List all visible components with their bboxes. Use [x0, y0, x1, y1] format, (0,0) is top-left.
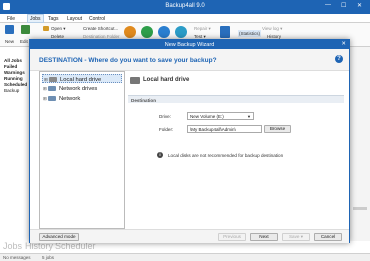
expand-icon[interactable]: ⊞	[43, 86, 47, 92]
drive-label: Drive:	[159, 114, 171, 119]
network-icon	[48, 96, 56, 101]
panel-title: Local hard drive	[143, 77, 190, 83]
test-icon[interactable]	[158, 26, 170, 38]
statistics-button[interactable]: (Statistics)	[238, 30, 262, 37]
wizard-step-header: DESTINATION - Where do you want to save …	[30, 49, 349, 71]
info-message: Local disks are not recommended for back…	[168, 153, 284, 158]
next-button[interactable]: Next	[250, 233, 278, 241]
chevron-down-icon[interactable]: ▼	[247, 114, 251, 119]
create-shortcut-button[interactable]: Create Shortcut...	[83, 26, 118, 31]
edit-button-label[interactable]: Edit	[20, 39, 28, 44]
view-log-button[interactable]: View log ▾	[262, 26, 282, 32]
hard-drive-icon	[130, 77, 140, 84]
app-titlebar: Backup4all 9.0 — ☐ ✕	[0, 0, 370, 14]
right-panel	[350, 47, 370, 241]
help-icon[interactable]: ?	[335, 55, 343, 63]
zoom-slider[interactable]	[353, 207, 367, 210]
close-app-button[interactable]: ✕	[357, 2, 362, 9]
backup-icon[interactable]	[124, 26, 136, 38]
menu-file[interactable]: File	[7, 16, 15, 22]
menu-control[interactable]: Control	[89, 16, 105, 22]
section-header: Destination	[128, 95, 344, 103]
destination-type-tree: ⊞ Local hard drive ⊞ Network drives ⊞ Ne…	[39, 71, 125, 229]
dialog-titlebar: New Backup Wizard ✕	[30, 40, 349, 49]
job-filter-pane: All Jobs Failed Warnings Running Schedul…	[0, 47, 30, 241]
repair-button[interactable]: Repair ▾	[194, 26, 211, 32]
step-question: DESTINATION - Where do you want to save …	[39, 57, 217, 64]
network-drive-icon	[48, 86, 56, 91]
destination-settings-panel: Local hard drive Destination Drive: New …	[128, 71, 346, 229]
tree-item-label: Network drives	[59, 85, 98, 92]
tree-item-local-hard-drive[interactable]: ⊞ Local hard drive	[42, 74, 122, 83]
expand-icon[interactable]: ⊞	[44, 77, 48, 83]
properties-icon[interactable]	[220, 26, 230, 38]
advanced-mode-button[interactable]: Advanced mode	[39, 233, 79, 241]
browse-button[interactable]: Browse	[264, 125, 291, 133]
tree-item-network[interactable]: ⊞ Network	[42, 94, 122, 103]
drive-select-value: New Volume (E:)	[190, 114, 224, 120]
status-messages: No messages	[3, 255, 31, 260]
menu-tags[interactable]: Tags	[48, 16, 59, 22]
drive-select[interactable]: New Volume (E:) ▼	[187, 112, 254, 120]
menu-bar: File Jobs Tags Layout Control	[0, 14, 370, 23]
section-label: Destination	[131, 97, 157, 103]
open-icon[interactable]	[43, 26, 49, 31]
info-icon: i	[157, 152, 163, 158]
dialog-title: New Backup Wizard	[164, 41, 215, 48]
dialog-close-button[interactable]: ✕	[341, 41, 346, 47]
hard-drive-icon	[49, 77, 57, 82]
menu-jobs[interactable]: Jobs	[27, 14, 44, 23]
tree-item-label: Local hard drive	[60, 76, 102, 83]
app-title: Backup4all 9.0	[165, 3, 205, 9]
expand-icon[interactable]: ⊞	[43, 96, 47, 102]
cleanup-icon[interactable]	[175, 26, 187, 38]
folder-label: Folder:	[159, 127, 174, 132]
open-button[interactable]: Open ▾	[51, 26, 66, 32]
tree-item-network-drives[interactable]: ⊞ Network drives	[42, 84, 122, 93]
save-button[interactable]: Save ▾	[282, 233, 310, 241]
status-bar: No messages 5 jobs	[0, 253, 370, 261]
cancel-button[interactable]: Cancel	[314, 233, 342, 241]
menu-layout[interactable]: Layout	[67, 16, 82, 22]
tree-item-label: Network	[59, 95, 81, 102]
status-jobs-count: 5 jobs	[42, 255, 55, 260]
new-button-label[interactable]: New	[5, 39, 14, 44]
new-icon[interactable]	[5, 25, 14, 34]
tab-jobs[interactable]: Jobs	[3, 241, 22, 251]
minimize-button[interactable]: —	[325, 2, 331, 8]
folder-input[interactable]	[187, 125, 262, 133]
maximize-button[interactable]: ☐	[341, 2, 346, 9]
restore-icon[interactable]	[141, 26, 153, 38]
filter-backup[interactable]: Backup	[0, 88, 29, 94]
dialog-footer: Advanced mode Previous Next Save ▾ Cance…	[30, 229, 349, 243]
new-backup-wizard-dialog: New Backup Wizard ✕ DESTINATION - Where …	[29, 39, 350, 243]
edit-icon[interactable]	[21, 25, 30, 34]
previous-button[interactable]: Previous	[218, 233, 246, 241]
